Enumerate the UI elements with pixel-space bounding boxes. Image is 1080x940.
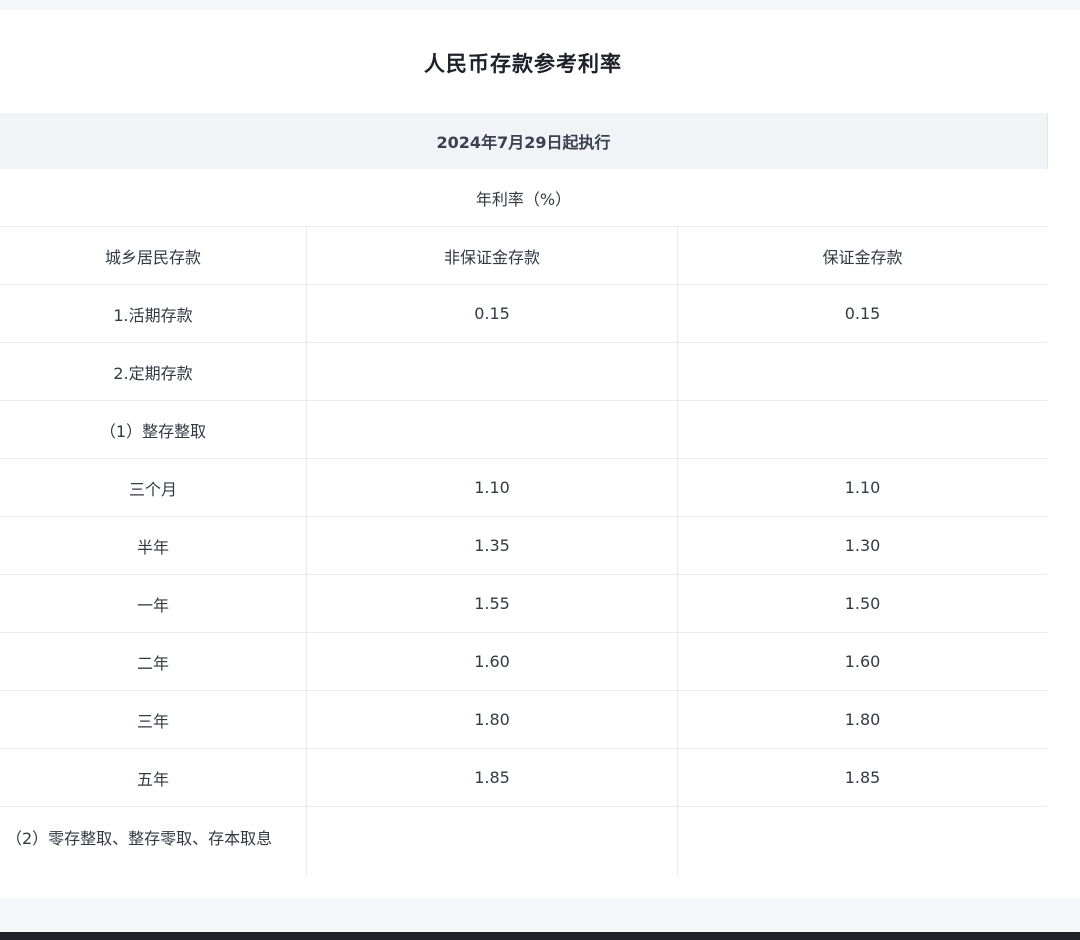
column-header-category: 城乡居民存款	[104, 247, 201, 267]
non-margin-rate: 1.10	[306, 459, 677, 516]
row-label: （2）零存整取、整存零取、存本取息	[6, 829, 273, 848]
non-margin-rate: 1.85	[306, 749, 677, 806]
page-title: 人民币存款参考利率	[424, 52, 622, 76]
table-row: （2）零存整取、整存零取、存本取息	[0, 807, 1047, 875]
row-label: 2.定期存款	[113, 363, 193, 383]
non-margin-rate	[306, 343, 677, 400]
table-row: 三个月 1.10 1.10	[0, 459, 1047, 517]
margin-rate: 1.50	[677, 575, 1047, 632]
margin-rate	[677, 401, 1047, 458]
table-row: 三年 1.80 1.80	[0, 691, 1047, 749]
non-margin-rate	[306, 807, 677, 875]
bottom-band	[0, 898, 1080, 932]
row-label: 三个月	[128, 479, 177, 499]
margin-rate: 1.80	[677, 691, 1047, 748]
row-label: 三年	[136, 711, 169, 731]
margin-rate	[677, 807, 1047, 875]
margin-rate: 1.30	[677, 517, 1047, 574]
table-row: 一年 1.55 1.50	[0, 575, 1047, 633]
row-label: 五年	[136, 769, 169, 789]
table-row: 五年 1.85 1.85	[0, 749, 1047, 807]
unit-label: 年利率（%）	[475, 189, 572, 209]
column-header-margin: 保证金存款	[677, 227, 1047, 284]
non-margin-rate: 0.15	[306, 285, 677, 342]
table-row: 半年 1.35 1.30	[0, 517, 1047, 575]
row-label: （1）整存整取	[99, 421, 207, 441]
table-row: （1）整存整取	[0, 401, 1047, 459]
row-label: 1.活期存款	[113, 305, 193, 325]
table-column-header-row: 城乡居民存款 非保证金存款 保证金存款	[0, 227, 1047, 285]
rate-table: 2024年7月29日起执行 年利率（%） 城乡居民存款 非保证金存款 保证金存款…	[0, 113, 1047, 875]
row-label: 半年	[136, 537, 169, 557]
table-row: 二年 1.60 1.60	[0, 633, 1047, 691]
non-margin-rate: 1.60	[306, 633, 677, 690]
column-header-non-margin: 非保证金存款	[306, 227, 677, 284]
bottom-dark-bar	[0, 932, 1080, 940]
margin-rate: 1.10	[677, 459, 1047, 516]
margin-rate: 1.60	[677, 633, 1047, 690]
table-header-date-row: 2024年7月29日起执行	[0, 113, 1047, 169]
table-row: 1.活期存款 0.15 0.15	[0, 285, 1047, 343]
header-side-divider	[1047, 113, 1048, 169]
effective-date: 2024年7月29日起执行	[436, 133, 611, 152]
margin-rate: 0.15	[677, 285, 1047, 342]
non-margin-rate: 1.80	[306, 691, 677, 748]
table-row: 2.定期存款	[0, 343, 1047, 401]
top-strip	[0, 0, 1080, 10]
row-label: 一年	[136, 595, 169, 615]
non-margin-rate	[306, 401, 677, 458]
non-margin-rate: 1.55	[306, 575, 677, 632]
margin-rate	[677, 343, 1047, 400]
non-margin-rate: 1.35	[306, 517, 677, 574]
row-label: 二年	[136, 653, 169, 673]
margin-rate: 1.85	[677, 749, 1047, 806]
table-header-unit-row: 年利率（%）	[0, 169, 1047, 227]
